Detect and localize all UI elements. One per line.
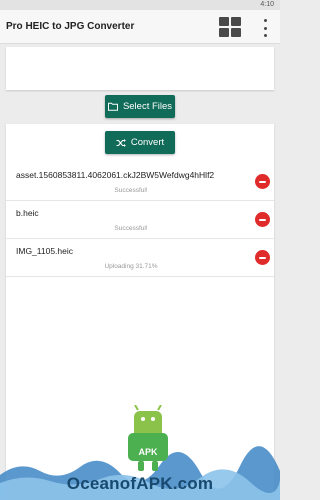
app-bar: Pro HEIC to JPG Converter bbox=[0, 10, 280, 44]
status-time: 4:10 bbox=[260, 1, 274, 8]
folder-icon bbox=[107, 102, 118, 111]
watermark-badge: APK bbox=[138, 447, 158, 457]
file-status: Successful! bbox=[114, 225, 148, 232]
file-name: asset.1560853811.4062061.ckJ2BW5Wefdwg4h… bbox=[16, 170, 215, 180]
list-item: IMG_1105.heic Uploading 31.71% bbox=[6, 239, 274, 277]
remove-icon[interactable] bbox=[255, 250, 270, 265]
file-name: b.heic bbox=[16, 208, 39, 218]
file-status: Successful! bbox=[114, 187, 148, 194]
select-files-button[interactable]: Select Files bbox=[105, 95, 175, 118]
top-card bbox=[6, 47, 274, 90]
watermark-text: OceanofAPK.com bbox=[66, 474, 214, 493]
list-item: b.heic Successful! bbox=[6, 201, 274, 239]
app-title: Pro HEIC to JPG Converter bbox=[6, 21, 135, 32]
remove-icon[interactable] bbox=[255, 212, 270, 227]
file-name: IMG_1105.heic bbox=[16, 246, 74, 256]
status-bar: 4:10 bbox=[0, 0, 280, 10]
convert-label: Convert bbox=[130, 137, 165, 148]
convert-button[interactable]: Convert bbox=[105, 131, 175, 154]
remove-icon[interactable] bbox=[255, 174, 270, 189]
grid-icon[interactable] bbox=[219, 17, 241, 37]
list-item: asset.1560853811.4062061.ckJ2BW5Wefdwg4h… bbox=[6, 163, 274, 201]
file-status: Uploading 31.71% bbox=[104, 263, 158, 270]
more-vertical-icon[interactable] bbox=[261, 19, 269, 37]
shuffle-icon bbox=[116, 138, 126, 147]
select-files-label: Select Files bbox=[122, 101, 173, 112]
